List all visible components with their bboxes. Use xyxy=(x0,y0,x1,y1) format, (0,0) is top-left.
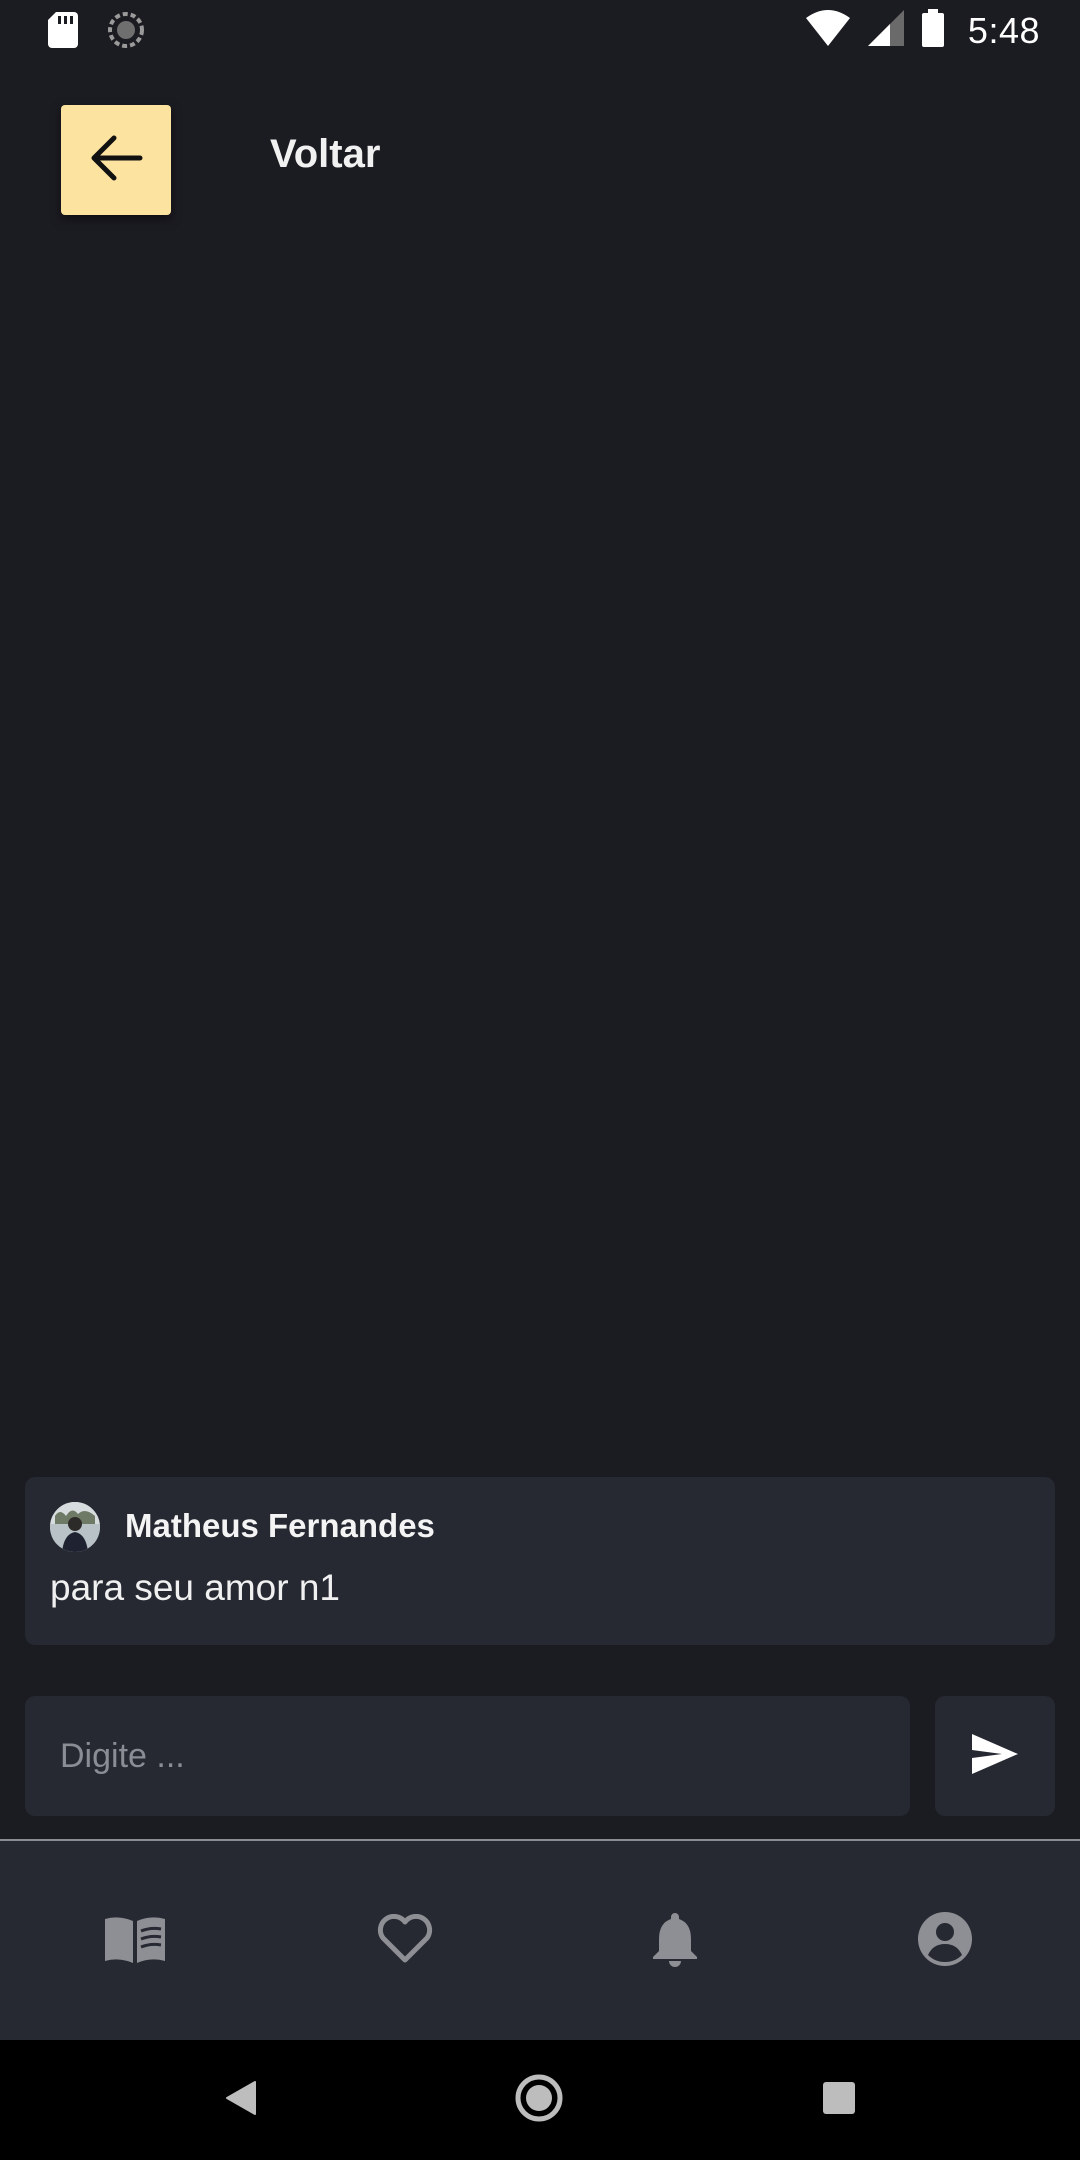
book-icon xyxy=(103,1913,167,1970)
recents-square-icon xyxy=(822,2081,856,2120)
nav-item-notifications[interactable] xyxy=(630,1896,720,1986)
back-triangle-icon xyxy=(223,2080,257,2121)
send-button[interactable] xyxy=(935,1696,1055,1816)
message-input[interactable] xyxy=(25,1696,910,1816)
bottom-nav xyxy=(0,1841,1080,2040)
nav-item-favorites[interactable] xyxy=(360,1896,450,1986)
wifi-icon xyxy=(805,8,850,53)
nav-item-profile[interactable] xyxy=(900,1896,990,1986)
clock: 5:48 xyxy=(967,9,1040,51)
account-circle-icon xyxy=(917,1911,973,1972)
cellular-signal-icon xyxy=(867,10,904,51)
back-button[interactable] xyxy=(61,105,171,215)
status-bar: 5:48 xyxy=(0,0,1080,60)
nav-item-book[interactable] xyxy=(90,1896,180,1986)
battery-icon xyxy=(921,9,944,52)
arrow-left-icon xyxy=(88,134,144,187)
page-title: Voltar xyxy=(270,132,381,176)
send-icon xyxy=(972,1733,1018,1779)
heart-outline-icon xyxy=(377,1913,433,1969)
sync-icon xyxy=(108,12,144,53)
header: Voltar xyxy=(0,100,1080,220)
system-recents-button[interactable] xyxy=(809,2070,869,2130)
sd-card-icon xyxy=(48,12,78,53)
status-left-icons xyxy=(48,12,144,53)
bell-icon xyxy=(651,1911,699,1972)
status-right-icons: 5:48 xyxy=(805,8,1040,53)
comment-author: Matheus Fernandes xyxy=(125,1507,435,1544)
system-home-button[interactable] xyxy=(509,2070,569,2130)
comment-card: Matheus Fernandes para seu amor n1 xyxy=(25,1477,1055,1645)
home-circle-icon xyxy=(514,2073,564,2128)
system-back-button[interactable] xyxy=(210,2070,270,2130)
comment-text: para seu amor n1 xyxy=(50,1567,341,1608)
system-nav-bar xyxy=(0,2040,1080,2160)
avatar[interactable] xyxy=(50,1502,100,1552)
